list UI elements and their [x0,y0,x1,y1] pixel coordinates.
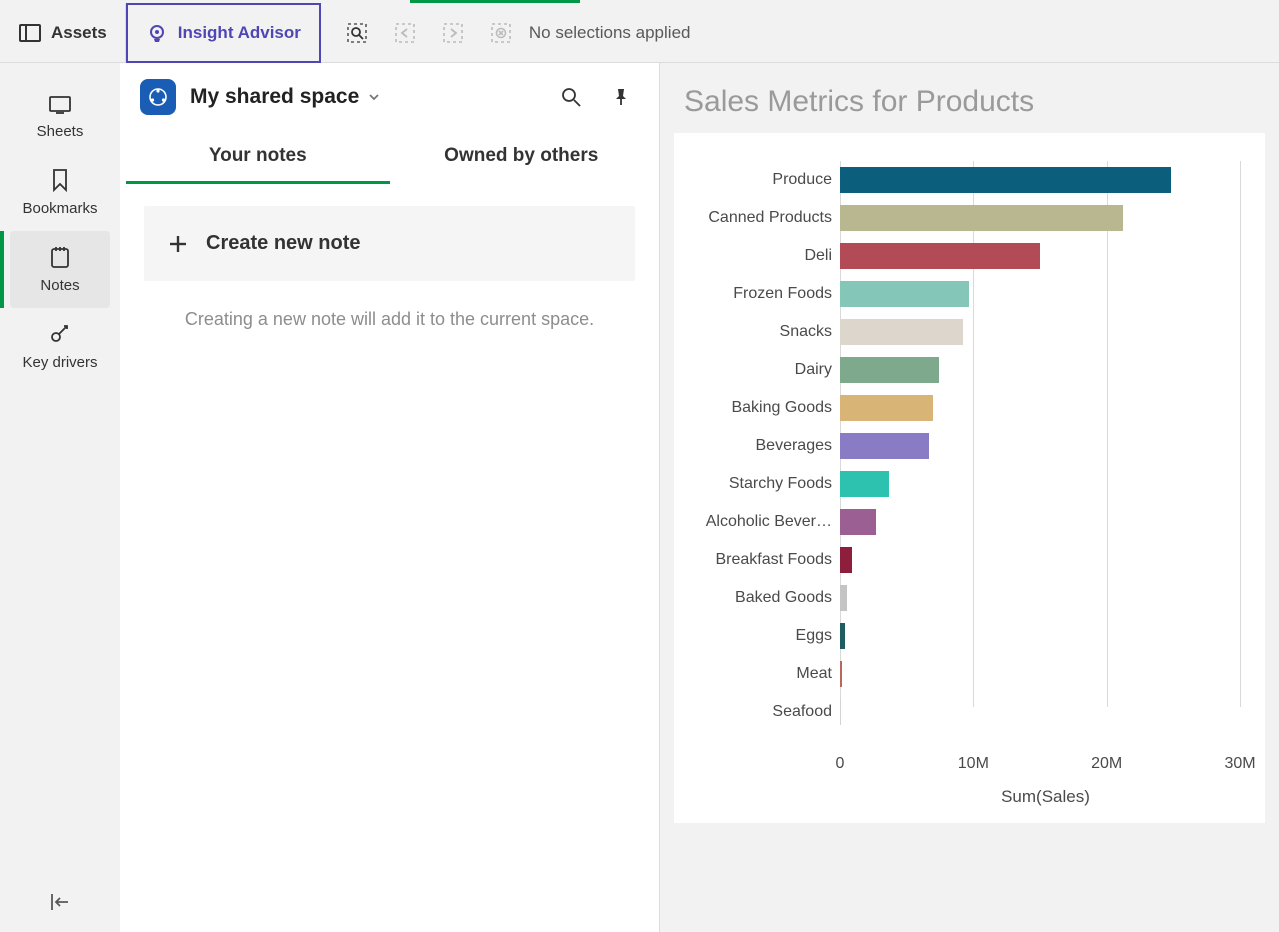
bar-row[interactable]: Frozen Foods [688,275,1251,313]
bar-row[interactable]: Beverages [688,427,1251,465]
x-tick: 10M [958,755,989,773]
bar-fill[interactable] [840,357,939,383]
bar-fill[interactable] [840,585,847,611]
rail-item-label: Notes [40,277,79,294]
notes-icon [49,245,71,269]
notes-hint-text: Creating a new note will add it to the c… [144,309,635,330]
bar-label: Breakfast Foods [688,551,840,569]
x-tick: 30M [1224,755,1255,773]
selections-status-text: No selections applied [529,23,691,43]
space-name: My shared space [190,85,359,109]
left-rail: Sheets Bookmarks Notes Key drivers [0,63,120,932]
bar-row[interactable]: Deli [688,237,1251,275]
insight-label: Insight Advisor [178,23,301,43]
bar-row[interactable]: Baked Goods [688,579,1251,617]
bar-fill[interactable] [840,395,933,421]
bar-chart[interactable]: Produce Canned Products Deli Frozen Foods Sn… [688,161,1251,741]
bar-label: Alcoholic Bever… [688,513,840,531]
bar-label: Starchy Foods [688,475,840,493]
bar-label: Dairy [688,361,840,379]
bar-fill[interactable] [840,471,889,497]
x-axis-label: Sum(Sales) [840,787,1251,807]
bar-label: Baked Goods [688,589,840,607]
space-selector[interactable]: My shared space [190,85,381,109]
key-drivers-icon [48,322,72,346]
tab-owned-by-others[interactable]: Owned by others [390,131,654,184]
bar-row[interactable]: Dairy [688,351,1251,389]
bar-row[interactable]: Produce [688,161,1251,199]
notes-search-button[interactable] [553,79,589,115]
rail-item-label: Key drivers [22,354,97,371]
bar-label: Eggs [688,627,840,645]
bar-label: Meat [688,665,840,683]
panel-icon [19,24,41,42]
bar-row[interactable]: Meat [688,655,1251,693]
smart-search-button[interactable] [333,3,381,63]
x-axis: 010M20M30M [840,741,1251,781]
bar-label: Canned Products [688,209,840,227]
chart-title: Sales Metrics for Products [684,85,1265,119]
bar-label: Frozen Foods [688,285,840,303]
rail-item-label: Bookmarks [22,200,97,217]
tab-your-notes[interactable]: Your notes [126,131,390,184]
bar-label: Deli [688,247,840,265]
x-tick: 20M [1091,755,1122,773]
bar-fill[interactable] [840,433,929,459]
bar-fill[interactable] [840,281,969,307]
rail-item-key-drivers[interactable]: Key drivers [10,308,110,385]
bar-fill[interactable] [840,699,841,725]
bar-row[interactable]: Seafood [688,693,1251,731]
rail-item-bookmarks[interactable]: Bookmarks [10,154,110,231]
insight-advisor-button[interactable]: Insight Advisor [126,3,321,63]
sheets-icon [48,95,72,115]
bar-fill[interactable] [840,623,845,649]
bar-label: Baking Goods [688,399,840,417]
bar-fill[interactable] [840,509,876,535]
bar-row[interactable]: Canned Products [688,199,1251,237]
chevron-down-icon [367,90,381,104]
bookmark-icon [50,168,70,192]
bar-label: Produce [688,171,840,189]
assets-label: Assets [51,23,107,43]
bar-row[interactable]: Starchy Foods [688,465,1251,503]
selection-forward-button [429,3,477,63]
create-new-note-button[interactable]: Create new note [144,206,635,281]
rail-item-notes[interactable]: Notes [10,231,110,308]
plus-icon [168,234,188,254]
bar-fill[interactable] [840,167,1171,193]
bar-row[interactable]: Snacks [688,313,1251,351]
top-toolbar: Assets Insight Advisor No selections app… [0,3,1279,63]
bar-label: Seafood [688,703,840,721]
insight-icon [146,22,168,44]
bar-fill[interactable] [840,661,842,687]
bar-fill[interactable] [840,319,963,345]
bar-row[interactable]: Baking Goods [688,389,1251,427]
x-tick: 0 [836,755,845,773]
assets-button[interactable]: Assets [0,3,126,63]
clear-selections-button [477,3,525,63]
notes-pin-button[interactable] [603,79,639,115]
bar-fill[interactable] [840,243,1040,269]
bar-label: Beverages [688,437,840,455]
create-note-label: Create new note [206,232,360,255]
bar-row[interactable]: Alcoholic Bever… [688,503,1251,541]
notes-panel: My shared space Your notes Owned by othe… [120,63,660,932]
chart-panel: Sales Metrics for Products Produce Canned… [660,63,1279,932]
bar-row[interactable]: Breakfast Foods [688,541,1251,579]
rail-item-label: Sheets [37,123,84,140]
rail-item-sheets[interactable]: Sheets [10,81,110,154]
collapse-rail-button[interactable] [48,892,72,912]
bar-label: Snacks [688,323,840,341]
bar-fill[interactable] [840,205,1123,231]
chart-card: Produce Canned Products Deli Frozen Foods Sn… [674,133,1265,823]
selection-back-button [381,3,429,63]
space-badge-icon [140,79,176,115]
bar-fill[interactable] [840,547,852,573]
bar-row[interactable]: Eggs [688,617,1251,655]
